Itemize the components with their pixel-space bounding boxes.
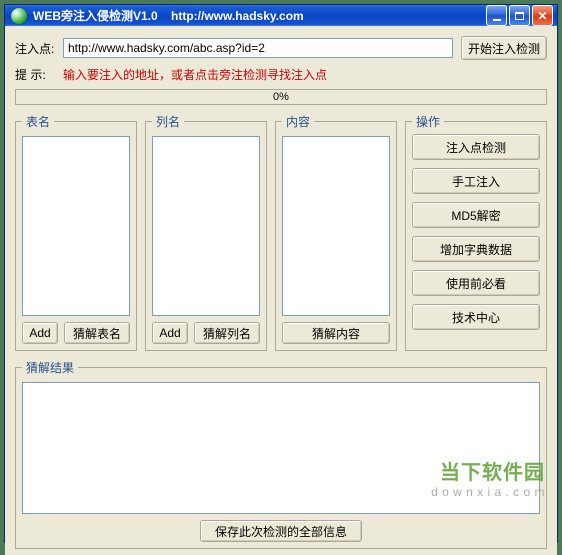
progress-bar: 0% <box>15 89 547 105</box>
guess-table-button[interactable]: 猜解表名 <box>64 322 130 344</box>
minimize-button[interactable] <box>486 5 507 26</box>
url-input[interactable] <box>63 38 453 58</box>
ops-group: 操作 注入点检测 手工注入 MD5解密 增加字典数据 使用前必看 技术中心 <box>405 113 547 351</box>
window-title: WEB旁注入侵检测V1.0 http://www.hadsky.com <box>33 7 304 24</box>
inject-label: 注入点: <box>15 40 63 57</box>
guess-content-button[interactable]: 猜解内容 <box>282 322 390 344</box>
result-group: 猜解结果 保存此次检测的全部信息 <box>15 359 547 549</box>
cols-legend: 列名 <box>152 113 184 130</box>
add-table-button[interactable]: Add <box>22 322 58 344</box>
add-col-button[interactable]: Add <box>152 322 188 344</box>
table-name-group: 表名 Add 猜解表名 <box>15 113 137 351</box>
save-all-button[interactable]: 保存此次检测的全部信息 <box>200 520 362 542</box>
content-group: 内容 猜解内容 <box>275 113 397 351</box>
op-md5-decrypt[interactable]: MD5解密 <box>412 202 540 228</box>
cols-listbox[interactable] <box>152 136 260 316</box>
table-legend: 表名 <box>22 113 54 130</box>
column-name-group: 列名 Add 猜解列名 <box>145 113 267 351</box>
guess-cols-button[interactable]: 猜解列名 <box>194 322 260 344</box>
op-readme[interactable]: 使用前必看 <box>412 270 540 296</box>
op-tech-center[interactable]: 技术中心 <box>412 304 540 330</box>
op-add-dict[interactable]: 增加字典数据 <box>412 236 540 262</box>
start-inject-button[interactable]: 开始注入检测 <box>461 36 547 60</box>
hint-label: 提 示: <box>15 66 63 83</box>
progress-text: 0% <box>273 91 289 103</box>
hint-text: 输入要注入的地址，或者点击旁注检测寻找注入点 <box>63 66 547 83</box>
titlebar: WEB旁注入侵检测V1.0 http://www.hadsky.com ✕ <box>5 5 557 26</box>
result-textarea[interactable] <box>22 382 540 514</box>
maximize-button[interactable] <box>509 5 530 26</box>
content-listbox[interactable] <box>282 136 390 316</box>
op-manual-inject[interactable]: 手工注入 <box>412 168 540 194</box>
result-legend: 猜解结果 <box>22 359 78 376</box>
op-inject-point[interactable]: 注入点检测 <box>412 134 540 160</box>
table-listbox[interactable] <box>22 136 130 316</box>
app-icon <box>11 8 27 24</box>
content-legend: 内容 <box>282 113 314 130</box>
close-button[interactable]: ✕ <box>532 5 553 26</box>
ops-legend: 操作 <box>412 113 444 130</box>
